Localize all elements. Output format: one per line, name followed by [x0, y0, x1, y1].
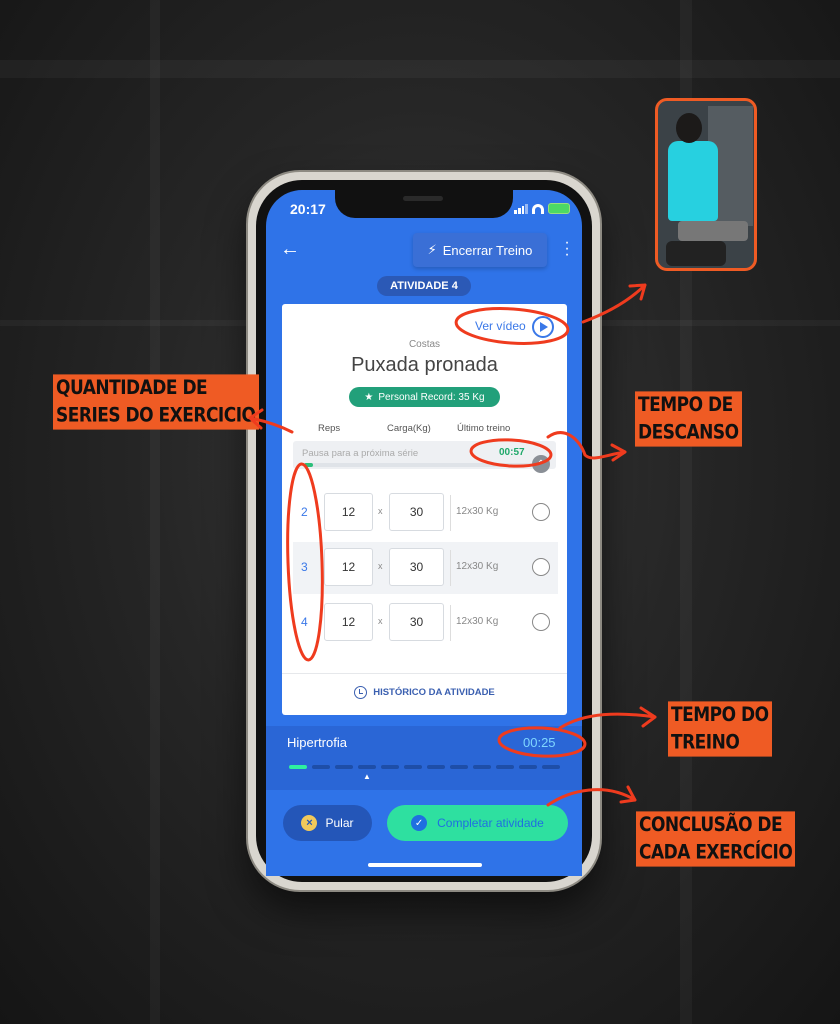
activity-history-label: HISTÓRICO DA ATIVIDADE — [373, 687, 495, 698]
signal-icon — [514, 203, 528, 214]
set-row: 4 12 x 30 12x30 Kg — [293, 597, 558, 649]
annotation-rest-time: TEMPO DE DESCANSO — [635, 391, 742, 447]
end-workout-button[interactable]: ⚡ Encerrar Treino — [413, 233, 547, 267]
background-beam — [150, 0, 160, 1024]
exercise-category: Costas — [408, 339, 441, 350]
annotation-workout-time: TEMPO DO TREINO — [668, 701, 772, 757]
annotation-line: DESCANSO — [638, 421, 739, 445]
play-icon[interactable] — [532, 316, 554, 338]
complete-activity-button[interactable]: ✓ Completar atividade — [387, 805, 568, 841]
progress-step — [450, 765, 468, 769]
background-beam — [0, 60, 840, 78]
column-header-reps: Reps — [318, 423, 341, 434]
rest-timer-value: 00:57 — [499, 447, 525, 458]
set-complete-checkbox[interactable] — [532, 613, 550, 631]
progress-step — [404, 765, 422, 769]
annotation-completion: CONCLUSÃO DE CADA EXERCÍCIO — [636, 811, 796, 867]
load-input[interactable]: 30 — [389, 603, 444, 641]
thumbnail-head — [676, 113, 702, 143]
load-input[interactable]: 30 — [389, 493, 444, 531]
more-options-icon[interactable]: · · · — [564, 235, 570, 263]
status-time: 20:17 — [290, 201, 326, 217]
annotation-line: SERIES DO EXERCICIO — [56, 404, 256, 428]
collapse-icon[interactable]: ⌃ — [532, 455, 550, 473]
current-step-caret-icon: ▲ — [363, 772, 371, 781]
reps-input[interactable]: 12 — [324, 603, 373, 641]
set-number: 2 — [301, 505, 308, 519]
progress-step — [496, 765, 514, 769]
rest-progress-bar — [304, 463, 534, 467]
annotation-line: TEMPO DO — [671, 703, 769, 727]
column-header-last: Último treino — [457, 423, 511, 434]
progress-step — [427, 765, 445, 769]
last-workout-value: 12x30 Kg — [456, 506, 499, 517]
annotation-line: TREINO — [671, 731, 740, 755]
progress-step — [335, 765, 353, 769]
end-workout-label: Encerrar Treino — [442, 242, 533, 258]
phone-notch — [335, 190, 513, 218]
close-icon: × — [301, 815, 318, 831]
times-sign: x — [378, 616, 383, 626]
last-workout-value: 12x30 Kg — [456, 561, 499, 572]
card-divider — [282, 673, 567, 674]
set-number: 4 — [301, 615, 308, 629]
exercise-video-thumbnail — [655, 98, 757, 271]
history-icon — [354, 686, 368, 699]
back-arrow-icon[interactable]: ← — [280, 238, 300, 261]
set-complete-checkbox[interactable] — [532, 503, 550, 521]
phone-speaker — [403, 196, 443, 201]
check-icon: ✓ — [411, 815, 428, 831]
skip-label: Pular — [325, 816, 354, 830]
progress-step — [542, 765, 560, 769]
status-icons — [514, 203, 570, 214]
skip-button[interactable]: × Pular — [283, 805, 372, 841]
annotation-line: CADA EXERCÍCIO — [639, 841, 793, 865]
reps-input[interactable]: 12 — [324, 493, 373, 531]
progress-step — [519, 765, 537, 769]
column-header-load: Carga(Kg) — [387, 423, 431, 434]
set-divider — [450, 605, 451, 641]
activity-progress-steps — [289, 765, 560, 769]
video-link[interactable]: Ver vídeo — [475, 319, 526, 333]
exercise-title: Puxada pronada — [351, 354, 498, 376]
lightning-icon: ⚡ — [427, 242, 437, 257]
progress-step — [312, 765, 330, 769]
times-sign: x — [378, 561, 383, 571]
progress-step — [473, 765, 491, 769]
workout-timer: 00:25 — [523, 735, 556, 750]
thumbnail-athlete — [668, 141, 718, 221]
complete-activity-label: Completar atividade — [437, 816, 544, 830]
annotation-line: TEMPO DE — [638, 393, 733, 417]
star-icon: ★ — [364, 391, 374, 403]
progress-step — [381, 765, 399, 769]
set-divider — [450, 495, 451, 531]
personal-record-badge: ★ Personal Record: 35 Kg — [349, 387, 500, 407]
rest-progress-fill — [304, 463, 314, 467]
progress-step — [289, 765, 307, 769]
set-row: 2 12 x 30 12x30 Kg — [293, 487, 558, 539]
annotation-line: CONCLUSÃO DE — [639, 813, 783, 837]
annotation-sets-count: QUANTIDADE DE SERIES DO EXERCICIO — [53, 374, 259, 430]
battery-icon — [548, 203, 570, 214]
set-number: 3 — [301, 560, 308, 574]
activity-badge: ATIVIDADE 4 — [377, 276, 471, 296]
rest-timer-label: Pausa para a próxima série — [302, 448, 419, 459]
reps-input[interactable]: 12 — [324, 548, 373, 586]
home-indicator — [368, 863, 482, 867]
annotation-line: QUANTIDADE DE — [56, 376, 208, 400]
load-input[interactable]: 30 — [389, 548, 444, 586]
progress-step — [358, 765, 376, 769]
wifi-icon — [532, 203, 544, 214]
last-workout-value: 12x30 Kg — [456, 616, 499, 627]
program-name: Hipertrofia — [287, 735, 347, 750]
set-row: 3 12 x 30 12x30 Kg — [293, 542, 558, 594]
thumbnail-seat — [666, 241, 726, 266]
thumbnail-legs — [678, 221, 748, 241]
times-sign: x — [378, 506, 383, 516]
activity-history-link[interactable]: HISTÓRICO DA ATIVIDADE — [282, 686, 567, 699]
set-complete-checkbox[interactable] — [532, 558, 550, 576]
set-divider — [450, 550, 451, 586]
personal-record-label: Personal Record: 35 Kg — [378, 391, 485, 403]
